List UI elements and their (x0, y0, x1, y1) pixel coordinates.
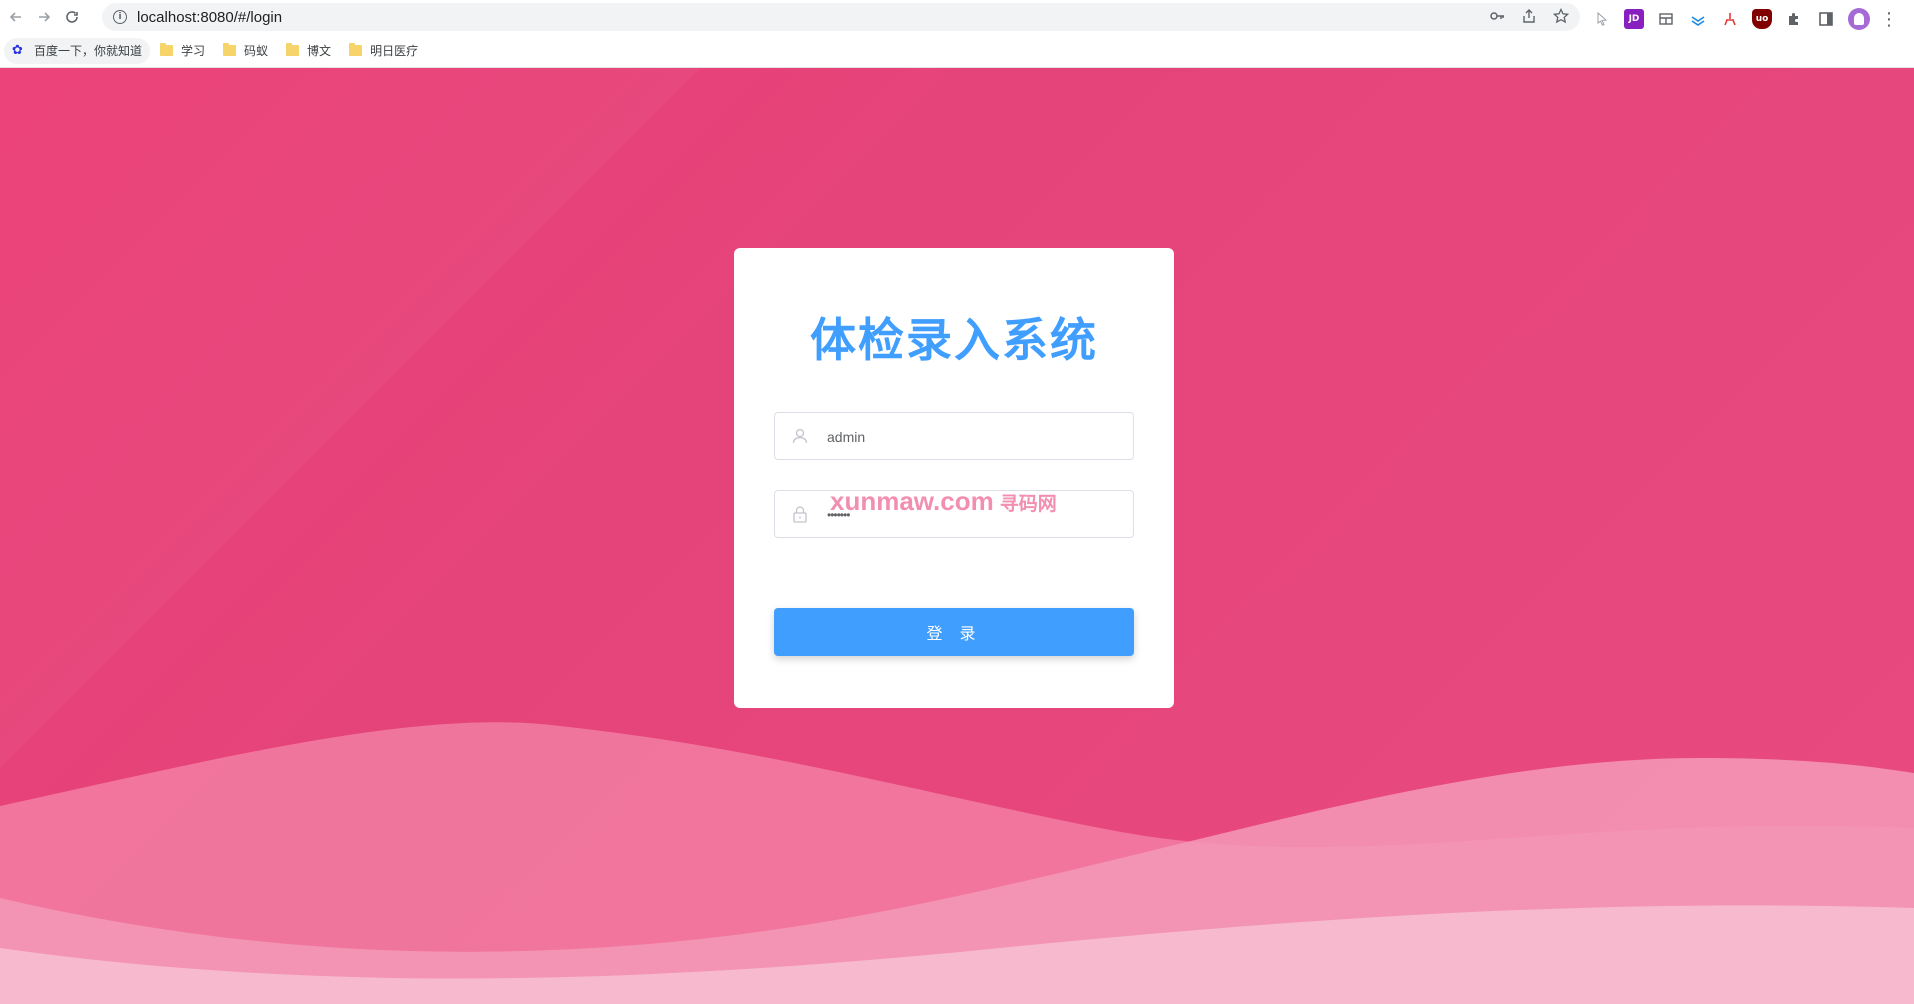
page-title: 体检录入系统 (810, 313, 1098, 367)
password-field[interactable] (774, 490, 1134, 539)
password-input[interactable] (825, 491, 1129, 539)
store-ext-icon[interactable] (1656, 9, 1676, 29)
arrow-left-icon (9, 12, 21, 22)
bookmark-label: 百度一下，你就知道 (34, 44, 143, 58)
bookmark-label: 学习 (181, 44, 206, 58)
reload-icon (66, 11, 78, 23)
bookmark-folder-mayi[interactable]: 码蚁 (215, 38, 276, 64)
bookmarks-bar: ✿ 百度一下，你就知道 学习 码蚁 博文 明日医疗 (0, 34, 1914, 68)
login-page: 体检录入系统 xunmaw.com寻码网 登 录 (0, 68, 1914, 1004)
key-icon[interactable] (1488, 7, 1506, 25)
baidu-icon: ✿ (12, 42, 23, 58)
username-input[interactable] (825, 413, 1129, 461)
puzzle-icon[interactable] (1784, 9, 1804, 29)
bookmark-folder-study[interactable]: 学习 (152, 38, 213, 64)
browser-toolbar: i localhost:8080/#/login JD uo ⋮ (0, 0, 1914, 34)
address-url[interactable]: localhost:8080/#/login (137, 9, 282, 26)
folder-icon (160, 43, 174, 56)
user-icon (792, 428, 808, 444)
login-card: 体检录入系统 xunmaw.com寻码网 登 录 (734, 248, 1174, 708)
menu-kebab-icon[interactable]: ⋮ (1880, 5, 1898, 33)
red-ext-icon[interactable] (1720, 9, 1740, 29)
star-icon[interactable] (1552, 7, 1570, 25)
address-bar[interactable]: i localhost:8080/#/login (102, 3, 1580, 31)
username-field[interactable] (774, 412, 1134, 461)
lock-icon (793, 506, 807, 523)
jd-ext-icon[interactable]: JD (1624, 9, 1644, 29)
bookmark-label: 博文 (307, 44, 332, 58)
bookmark-baidu[interactable]: ✿ 百度一下，你就知道 (4, 37, 151, 64)
login-button[interactable]: 登 录 (774, 608, 1134, 656)
share-icon[interactable] (1520, 7, 1538, 25)
arrow-right-icon (39, 12, 51, 22)
profile-avatar[interactable] (1848, 8, 1870, 30)
sidepanel-icon[interactable] (1816, 9, 1836, 29)
folder-icon (223, 43, 237, 56)
cursor-ext-icon[interactable] (1592, 9, 1612, 29)
bookmark-folder-mingri[interactable]: 明日医疗 (341, 38, 426, 64)
layers-ext-icon[interactable] (1688, 9, 1708, 29)
bookmark-label: 明日医疗 (370, 44, 419, 58)
bookmark-folder-bowen[interactable]: 博文 (278, 38, 339, 64)
forward-button[interactable] (30, 3, 58, 31)
folder-icon (286, 43, 300, 56)
info-icon[interactable]: i (113, 10, 127, 24)
folder-icon (349, 43, 363, 56)
back-button[interactable] (2, 3, 30, 31)
bookmark-label: 码蚁 (244, 44, 269, 58)
reload-button[interactable] (58, 3, 86, 31)
ublock-ext-icon[interactable]: uo (1752, 9, 1772, 29)
